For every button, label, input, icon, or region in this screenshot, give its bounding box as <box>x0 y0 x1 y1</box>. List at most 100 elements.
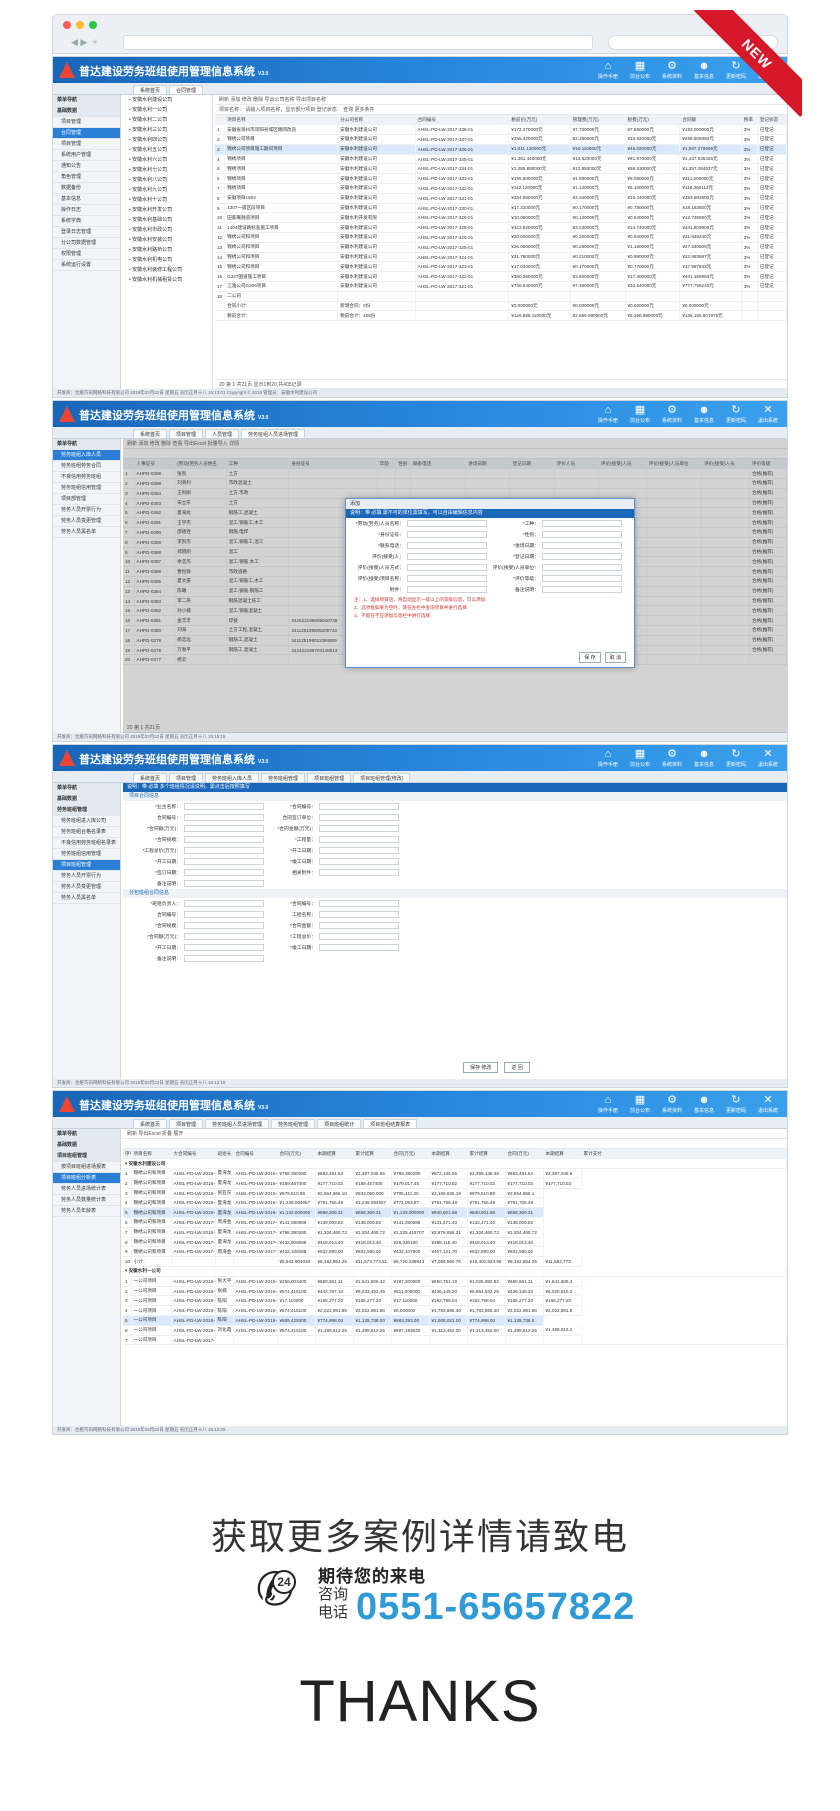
field-input[interactable] <box>542 564 622 571</box>
field-input[interactable] <box>319 869 399 876</box>
sidebar-item[interactable]: 角色管理 <box>53 172 120 183</box>
minimize-dot[interactable] <box>76 21 84 29</box>
group-row[interactable]: ▾ 安徽水利建设公司 <box>123 1158 787 1170</box>
sidebar-item[interactable]: 劳务班组合格名录表 <box>53 827 120 838</box>
sidebar-item[interactable]: 系统字典 <box>53 216 120 227</box>
field-input[interactable] <box>319 803 399 810</box>
sidebar-item[interactable]: 菜单导航 <box>53 1129 120 1140</box>
tab-item[interactable]: 劳务班组管理 <box>261 773 306 782</box>
tab-item[interactable]: 合同管理 <box>169 85 204 94</box>
field-input[interactable] <box>542 575 622 582</box>
sidebar-item[interactable]: 系统运行设置 <box>53 260 120 271</box>
field-input[interactable] <box>184 880 264 887</box>
field-input[interactable] <box>407 520 487 527</box>
sidebar-item[interactable]: 按项目班组进场报表 <box>53 1162 120 1173</box>
table-row[interactable]: 15 锦绣公司和项目 安徽水利建设公司 AHSL-PD-LW-2017-323-01 ¥… <box>215 261 787 273</box>
field-input[interactable] <box>542 542 622 549</box>
field-input[interactable] <box>184 858 264 865</box>
table-row[interactable]: 7锦绣公司和项目AHSL-PD-LW-2016-068-02夏海龙AHSL-PD… <box>123 1227 787 1238</box>
tree-item[interactable]: 安徽水利市政公司 <box>123 225 212 235</box>
tab-item[interactable]: 系统首页 <box>133 429 168 438</box>
tree-item[interactable]: 安徽水利开发公司 <box>123 205 212 215</box>
field-input[interactable] <box>319 933 399 940</box>
table-row[interactable]: 18 二公司 <box>215 291 787 302</box>
column-header[interactable]: 累计结算 <box>467 1149 506 1160</box>
column-header[interactable]: 合同编号 <box>415 115 510 126</box>
column-header[interactable] <box>215 115 226 126</box>
tree-item[interactable]: 安徽水利三公司 <box>123 125 212 135</box>
tab-item[interactable]: 劳务班组入库人员 <box>205 773 260 782</box>
maximize-dot[interactable] <box>89 21 97 29</box>
column-header[interactable]: 分公司名称 <box>337 115 416 126</box>
header-grid-button[interactable]: ▦ 前台公布 <box>627 59 653 80</box>
field-input[interactable] <box>407 542 487 549</box>
sidebar-item[interactable]: 系统用户管理 <box>53 150 120 161</box>
table-row[interactable]: 3一公司项目AHSL-PD-LW-2016-016-02陈阳AHSL-PD-LW… <box>123 1295 787 1307</box>
tab-item[interactable]: 劳务班组人员进场管理 <box>241 429 306 438</box>
header-gear-button[interactable]: ⚙ 系统资料 <box>659 59 685 80</box>
header-home-button[interactable]: ⌂ 操作手册 <box>595 747 621 768</box>
table-row[interactable]: 9 1307一级区段项目 安徽水利建设公司 AHSL-PD-LW-2017-330-0… <box>215 203 787 214</box>
table-row[interactable]: 3 锦绣公司项目施工期间项目 安徽水利建设公司 AHSL-PD-LW-2017-336… <box>215 144 787 155</box>
header-close-button[interactable]: ✕ 退出系统 <box>755 1093 781 1114</box>
column-header[interactable]: 大合同编号 <box>171 1149 216 1160</box>
tree-item[interactable]: 安徽水利路桥公司 <box>123 245 212 255</box>
field-input[interactable] <box>319 825 399 832</box>
sidebar-item[interactable]: 分公司数据管理 <box>53 238 120 249</box>
header-gear-button[interactable]: ⚙ 系统资料 <box>659 1093 685 1114</box>
table-row[interactable]: 10 田家庵隧道项目 安徽水利开发有限 AHSL-PD-LW-2017-329-01 ¥… <box>215 212 787 224</box>
table-row[interactable]: 17 江淮公司G206项目 安徽水利建设公司 AHSL-PD-LW-2017-321-… <box>215 281 787 292</box>
sidebar-item[interactable]: 菜单导航 <box>53 783 120 794</box>
sidebar-item[interactable]: 项目管理 <box>53 139 120 150</box>
field-input[interactable] <box>407 531 487 538</box>
back-button[interactable]: 返 回 <box>504 1062 530 1073</box>
tree-item[interactable]: 安徽水利五公司 <box>123 145 212 155</box>
field-input[interactable] <box>184 933 264 940</box>
save-button[interactable]: 保 存 <box>579 652 601 663</box>
sidebar-item[interactable]: 劳务班组劳务合同 <box>53 461 120 472</box>
table-row[interactable]: 4 锦绣项目 安徽水利建设公司 AHSL-PD-LW-2017-335-01 ¥1,36… <box>215 154 787 165</box>
sidebar-item[interactable]: 项目部管理 <box>53 494 120 505</box>
group-row[interactable]: ▾ 安徽水利一公司 <box>123 1266 787 1277</box>
filter-bar[interactable] <box>123 1139 787 1149</box>
table-row[interactable]: 2锦绣公司和项目AHSL-PD-LW-2016-069-02夏海龙AHSL-PD… <box>123 1178 787 1189</box>
header-grid-button[interactable]: ▦ 前台公布 <box>627 1093 653 1114</box>
sidebar-item[interactable]: 劳务班组信用管理 <box>53 483 120 494</box>
sidebar-item[interactable]: 劳务人员开票行为 <box>53 505 120 516</box>
sidebar-item[interactable]: 劳务人员进场统计表 <box>53 1184 120 1195</box>
field-input[interactable] <box>184 955 264 962</box>
column-header[interactable]: 项目名称 <box>224 115 339 126</box>
header-user-button[interactable]: ☻ 基本信息 <box>691 1093 717 1114</box>
table-row[interactable]: 2一公司项目AHSL-PD-LW-2016-010-02张楠AHSL-PD-LW… <box>123 1286 787 1297</box>
tab-item[interactable]: 项目班组管理(修改) <box>353 773 411 782</box>
sidebar-item[interactable]: 权限管理 <box>53 249 120 260</box>
header-home-button[interactable]: ⌂ 操作手册 <box>595 59 621 80</box>
sidebar-item[interactable]: 操作日志 <box>53 205 120 216</box>
table-row[interactable]: 6 锦绣项目 安徽水利建设公司 AHSL-PD-LW-2017-333-01 ¥199.… <box>215 173 787 185</box>
header-close-button[interactable]: ✕ 退出系统 <box>755 403 781 424</box>
sidebar-item[interactable]: 项目班组分析表 <box>53 1173 120 1184</box>
table-row[interactable]: 5一公司项目AHSL-PD-LW-2016-019-02陈阳AHSL-PD-LW… <box>123 1315 787 1326</box>
field-input[interactable] <box>184 803 264 810</box>
sidebar-item[interactable]: 劳务人员年龄表 <box>53 1206 120 1217</box>
sidebar-item[interactable]: 劳务人员数量统计表 <box>53 1195 120 1206</box>
sidebar-item[interactable]: 项目班组管理 <box>53 860 120 871</box>
table-row[interactable]: 14 锦绣公司和项目 安徽水利建设公司 AHSL-PD-LW-2017-324-01 ¥… <box>215 252 787 263</box>
tab-item[interactable]: 系统首页 <box>133 1119 168 1128</box>
field-input[interactable] <box>542 531 622 538</box>
tree-item[interactable]: 安徽水利基础公司 <box>123 215 212 225</box>
tree-item[interactable]: 安徽水利六公司 <box>123 155 212 165</box>
column-header[interactable]: 项目名称 <box>131 1149 172 1160</box>
tree-item[interactable]: 安徽水利机械租赁公司 <box>123 275 212 285</box>
table-row[interactable]: 1一公司项目AHSL-PD-LW-2016-003-02张大平AHSL-PD-L… <box>123 1276 787 1287</box>
header-gear-button[interactable]: ⚙ 系统资料 <box>659 747 685 768</box>
field-input[interactable] <box>407 553 487 560</box>
table-row[interactable]: 8锦绣公司和项目AHSL-PD-LW-2017-095-02夏海龙AHSL-PD… <box>123 1237 787 1248</box>
sidebar-item[interactable]: 登录日志管理 <box>53 227 120 238</box>
header-user-button[interactable]: ☻ 基本信息 <box>691 403 717 424</box>
tab-item[interactable]: 劳务班组管理 <box>271 1119 316 1128</box>
cancel-button[interactable]: 取 消 <box>604 652 626 663</box>
sidebar-item[interactable]: 菜单导航 <box>53 439 120 450</box>
tree-item[interactable]: 安徽水利一公司 <box>123 105 212 115</box>
field-input[interactable] <box>184 814 264 821</box>
